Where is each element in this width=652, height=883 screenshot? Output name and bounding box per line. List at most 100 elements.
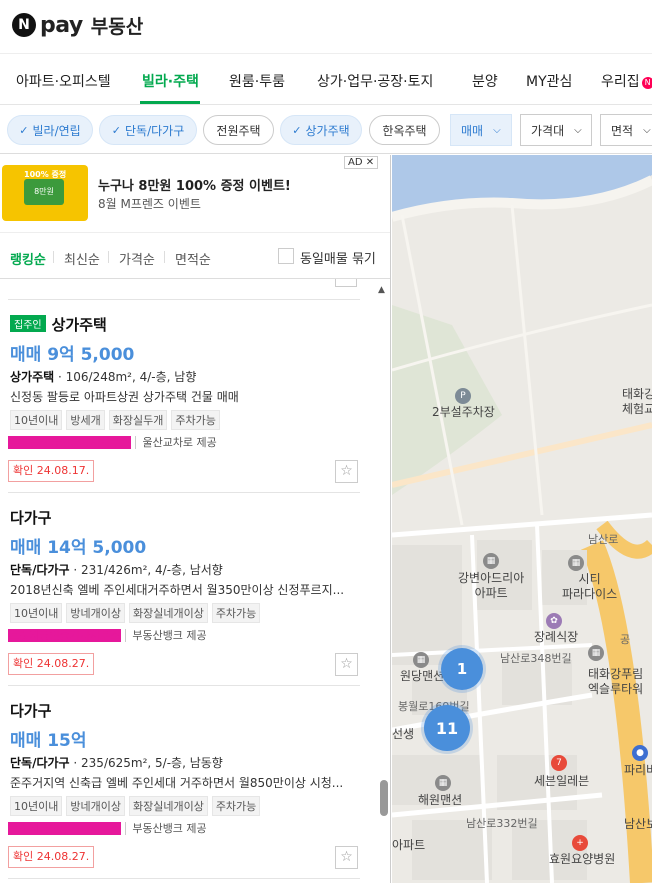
- sort-ranking[interactable]: 랭킹순: [10, 249, 46, 268]
- scroll-thumb[interactable]: [380, 780, 388, 816]
- list-scrollbar[interactable]: ▲: [378, 279, 390, 883]
- map-label-gangbyeon: 강변아드리아 아파트: [458, 571, 525, 600]
- listing-spec-detail: · 106/248m², 4/-층, 남향: [54, 370, 197, 384]
- sort-price[interactable]: 가격순: [119, 249, 155, 268]
- listing-agent: 브릿지공인중개사사무소 부동산뱅크 제공: [8, 820, 207, 836]
- tag: 방네개이상: [66, 603, 125, 623]
- favorite-star-icon[interactable]: ☆: [335, 460, 358, 483]
- map-label-taehwa-pureum: 태화강푸림 엑슬루타워: [588, 667, 644, 696]
- sort-latest[interactable]: 최신순: [64, 249, 100, 268]
- chip-shop-house-label: 상가주택: [305, 123, 350, 138]
- same-listing-checkbox[interactable]: [278, 248, 294, 264]
- listing-title-text: 상가주택: [51, 316, 107, 334]
- list-item[interactable]: 집주인 상가주택 매매 9억 5,000 상가주택 · 106/248m², 4/…: [0, 300, 376, 492]
- listing-agent: 부부동산공인중개사사무소 울산교차로 제공: [8, 434, 217, 450]
- tab-commercial-land[interactable]: 상가·업무·공장·토지: [317, 71, 433, 91]
- app-header: N pay 부동산: [0, 0, 652, 54]
- map-label-funeral-hall: 장례식장: [534, 630, 579, 644]
- agent-name: 부부동산공인중개사사무소: [8, 436, 132, 449]
- map-label-apartment: 아파트: [392, 838, 426, 852]
- confirm-date: 확인 24.08.27.: [8, 653, 95, 675]
- tab-my-interest[interactable]: MY관심: [526, 71, 572, 91]
- star-icon[interactable]: [335, 279, 357, 287]
- tag: 방세개: [66, 410, 105, 430]
- listing-price: 매매 14억 5,000: [10, 538, 147, 558]
- listing-provider: 부동산뱅크 제공: [125, 629, 207, 642]
- listing-spec-detail: · 235/625m², 5/-층, 남동향: [69, 756, 223, 770]
- sort-area[interactable]: 면적순: [175, 249, 211, 268]
- tag: 10년이내: [10, 603, 63, 623]
- listing-price: 매매 9억 5,000: [10, 345, 135, 365]
- listing-cluster-marker[interactable]: 1: [441, 648, 483, 690]
- chip-hanok-label: 한옥주택: [382, 123, 427, 138]
- hospital-icon[interactable]: +: [572, 835, 588, 851]
- tab-apartment-officetel[interactable]: 아파트·오피스텔: [16, 71, 111, 91]
- list-item[interactable]: 다가구 매매 15억 단독/다가구 · 235/625m², 5/-층, 남동향…: [0, 686, 376, 878]
- listing-spec: 상가주택 · 106/248m², 4/-층, 남향: [10, 368, 196, 385]
- tab-presale[interactable]: 분양: [472, 71, 498, 91]
- apartment-icon[interactable]: ▦: [435, 775, 451, 791]
- map-label-seven-eleven: 세븐일레븐: [534, 774, 590, 788]
- chevron-down-icon: ⌵: [643, 124, 651, 136]
- tab-my-home[interactable]: 우리집 N: [601, 71, 652, 91]
- parking-icon[interactable]: P: [455, 388, 471, 404]
- chip-villa[interactable]: ✓ 빌라/연립: [7, 115, 93, 145]
- map-label-taehwa-park: 태화강패들 체험교실: [622, 387, 652, 416]
- apartment-icon[interactable]: ▦: [588, 645, 604, 661]
- trade-type-dropdown[interactable]: 매매 ⌵: [450, 114, 512, 146]
- check-icon: ✓: [292, 123, 302, 137]
- convenience-store-icon[interactable]: 7: [551, 755, 567, 771]
- listing-spec: 단독/다가구 · 235/625m², 5/-층, 남동향: [10, 754, 223, 771]
- logo-brand-text: 부동산: [90, 15, 144, 38]
- apartment-icon[interactable]: ▦: [413, 652, 429, 668]
- tag: 주차가능: [171, 410, 220, 430]
- apartment-icon[interactable]: ▦: [483, 553, 499, 569]
- listing-spec-detail: · 231/426m², 4/-층, 남서향: [69, 563, 223, 577]
- chip-country-house[interactable]: 전원주택: [203, 115, 274, 145]
- map-view[interactable]: P 2부설주차장 태화강패들 체험교실 남산로 ▦ 강변아드리아 아파트 ▦ 시…: [392, 155, 652, 883]
- funeral-hall-icon[interactable]: ✿: [546, 613, 562, 629]
- tag: 화장실네개이상: [128, 796, 208, 816]
- favorite-star-icon[interactable]: ☆: [335, 846, 358, 869]
- new-badge: N: [641, 77, 652, 89]
- list-divider: [8, 878, 360, 879]
- tag: 10년이내: [10, 410, 63, 430]
- ad-banner[interactable]: 100% 증정 8만원 누구나 8만원 100% 증정 이벤트! 8월 M프렌즈…: [0, 155, 390, 233]
- listing-agent: 브릿지공인중개사사무소 부동산뱅크 제공: [8, 627, 207, 643]
- naver-pay-logo[interactable]: N pay 부동산: [12, 10, 143, 40]
- listing-cluster-marker[interactable]: 11: [424, 705, 470, 751]
- tag: 주차가능: [211, 796, 261, 816]
- bakery-icon[interactable]: ●: [632, 745, 648, 761]
- map-label-city-paradise: 시티 파라다이스: [562, 572, 618, 601]
- map-canvas: [392, 155, 652, 883]
- favorite-star-icon[interactable]: ☆: [335, 653, 358, 676]
- chip-shop-house[interactable]: ✓ 상가주택: [280, 115, 362, 145]
- map-label-teacher: 선생: [392, 727, 415, 741]
- ad-badge-label: AD: [348, 157, 363, 168]
- active-tab-underline: [140, 101, 200, 104]
- tab-oneroom-tworoom[interactable]: 원룸·투룸: [229, 71, 285, 91]
- map-label-wondang: 원당맨션: [400, 669, 445, 683]
- listing-list: 집주인 상가주택 매매 9억 5,000 상가주택 · 106/248m², 4/…: [0, 279, 376, 883]
- logo-pay-text: pay: [40, 12, 83, 38]
- listing-provider: 부동산뱅크 제공: [125, 822, 207, 835]
- chip-detached-label: 단독/다가구: [124, 123, 185, 138]
- sort-divider: [53, 251, 54, 263]
- ad-badge[interactable]: AD ✕: [344, 156, 379, 169]
- price-dropdown[interactable]: 가격대 ⌵: [520, 114, 592, 146]
- sort-bar: 랭킹순 최신순 가격순 면적순 동일매물 묶기: [0, 233, 390, 279]
- close-icon: ✕: [365, 157, 375, 168]
- agent-name: 브릿지공인중개사사무소: [8, 822, 122, 835]
- apartment-icon[interactable]: ▦: [568, 555, 584, 571]
- price-label: 가격대: [531, 123, 565, 138]
- tab-villa-house[interactable]: 빌라·주택: [142, 71, 199, 91]
- area-dropdown[interactable]: 면적 ⌵: [600, 114, 652, 146]
- scroll-up-arrow-icon[interactable]: ▲: [378, 285, 385, 295]
- chip-detached[interactable]: ✓ 단독/다가구: [99, 115, 197, 145]
- map-label-namsan348: 남산로348번길: [500, 652, 572, 665]
- tag: 화장실네개이상: [128, 603, 208, 623]
- listing-spec: 단독/다가구 · 231/426m², 4/-층, 남서향: [10, 561, 223, 578]
- list-item[interactable]: 다가구 매매 14억 5,000 단독/다가구 · 231/426m², 4/-…: [0, 493, 376, 685]
- chip-hanok[interactable]: 한옥주택: [369, 115, 440, 145]
- map-label-paris: 파리바: [624, 763, 652, 777]
